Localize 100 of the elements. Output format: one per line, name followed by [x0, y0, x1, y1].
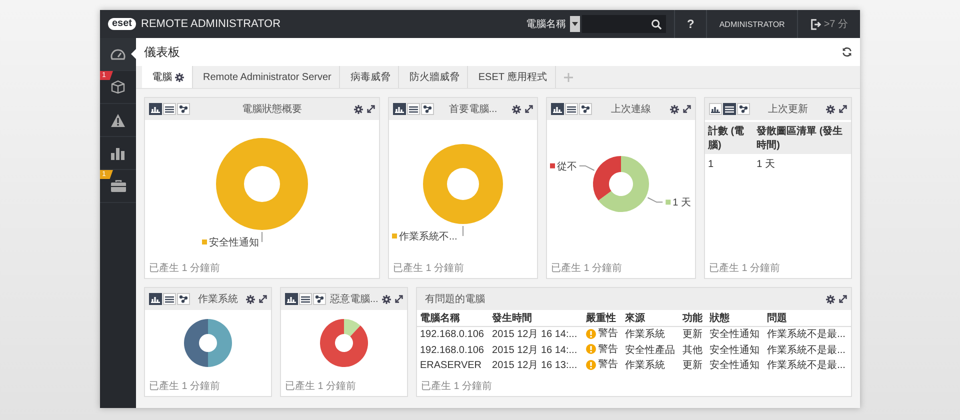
chart-view-button[interactable]: [393, 103, 406, 115]
settings-icon[interactable]: [826, 104, 835, 114]
map-view-button[interactable]: [177, 293, 190, 305]
chart-view-button[interactable]: [551, 103, 564, 115]
warning-icon: [586, 360, 596, 370]
settings-icon[interactable]: [354, 104, 363, 114]
map-view-button[interactable]: [579, 103, 592, 115]
search-field[interactable]: [582, 15, 648, 33]
settings-icon[interactable]: [246, 294, 255, 304]
settings-icon[interactable]: [670, 104, 679, 114]
table-cell: 1: [705, 154, 754, 174]
generated-time: 已產生 1 分鐘前: [392, 263, 466, 276]
leader-line: [647, 197, 664, 203]
gauge-icon: [110, 48, 126, 60]
table-cell-text: 安全性通知: [708, 344, 760, 358]
column-header: 狀態: [706, 310, 764, 326]
legend-label: 從不: [557, 161, 577, 172]
map-view-button[interactable]: [421, 103, 434, 115]
generated-time: 已產生 1 分鐘前: [420, 381, 494, 394]
tab[interactable]: ESET 應用程式: [468, 70, 548, 84]
generated-time: 已產生 1 分鐘前: [148, 381, 222, 394]
table-cell: 2015 12月 16 14:...: [489, 326, 583, 342]
generated-time: 已產生 1 分鐘前: [708, 263, 782, 276]
map-view-button[interactable]: [177, 103, 190, 115]
table-cell-text: 2015 12月 16 13:...: [491, 359, 578, 374]
expand-icon[interactable]: [395, 295, 404, 303]
sidebar-item[interactable]: [100, 38, 136, 71]
legend-swatch: [202, 240, 207, 244]
search-scope-dropdown[interactable]: [570, 16, 580, 32]
logout-icon: [810, 18, 821, 30]
cube-icon: [111, 80, 125, 94]
search-scope-label: 電腦名稱: [526, 18, 566, 31]
leader-line: [578, 165, 595, 171]
table-cell-text: 2015 12月 16 14:...: [491, 344, 578, 358]
table-cell: 更新: [680, 326, 706, 342]
severity-label: 警告: [598, 342, 618, 356]
warning-icon: [586, 328, 596, 338]
table-cell: 安全性通知: [706, 326, 764, 342]
widget-title: 有問題的電腦: [424, 293, 486, 306]
table-cell-text: 作業系統不是最...: [766, 358, 846, 374]
settings-icon[interactable]: [512, 104, 521, 114]
briefcase-icon: [110, 180, 126, 192]
legend-label: 作業系統不...: [399, 232, 458, 242]
table-cell: 作業系統不是最...: [764, 326, 851, 342]
chart-view-button[interactable]: [149, 293, 162, 305]
refresh-icon[interactable]: [842, 47, 852, 57]
map-view-button[interactable]: [737, 103, 750, 115]
expand-icon[interactable]: [367, 105, 375, 113]
column-header: 電腦名稱: [417, 310, 490, 326]
search-icon: [651, 18, 662, 30]
chart-view-button[interactable]: [285, 293, 298, 305]
table-cell-text: 192.168.0.106: [419, 344, 485, 358]
table-cell-text: 作業系統不是最...: [766, 344, 846, 358]
legend-label: 1 天: [672, 198, 691, 209]
generated-time: 已產生 1 分鐘前: [550, 263, 624, 276]
table-cell-text: 安全性通知: [708, 358, 760, 374]
bar-chart-icon: [111, 146, 125, 160]
column-header: 發生時間: [489, 310, 583, 326]
column-header: 嚴重性: [582, 310, 622, 326]
widget-title: 惡意電腦...: [330, 292, 378, 306]
generated-time: 已產生 1 分鐘前: [148, 263, 222, 276]
expand-icon[interactable]: [683, 105, 691, 113]
search-button[interactable]: [648, 15, 666, 33]
column-header: 發散圖區清單 (發生時間): [754, 122, 851, 154]
warning-icon: [586, 344, 596, 354]
table-cell: 作業系統: [622, 326, 680, 342]
table-cell: 1 天: [754, 154, 851, 174]
tab[interactable]: 病毒威脅: [340, 70, 390, 84]
table-cell-text: 作業系統: [624, 358, 666, 374]
legend-swatch: [392, 234, 397, 238]
expand-icon[interactable]: [525, 105, 533, 113]
caret-icon: [572, 22, 578, 26]
column-header: 功能: [680, 310, 706, 326]
severity-label: 警告: [598, 327, 618, 340]
chart-view-button[interactable]: [149, 103, 162, 115]
table-cell-text: ERASERVER: [419, 359, 483, 374]
legend-label: 安全性通知: [209, 238, 259, 248]
expand-icon[interactable]: [839, 105, 847, 113]
tab[interactable]: Remote Administrator Server: [193, 72, 332, 82]
column-header: 計數 (電腦): [705, 122, 754, 154]
severity-label: 警告: [598, 358, 618, 371]
list-view-button[interactable]: [723, 103, 736, 115]
settings-icon[interactable]: [826, 294, 835, 304]
generated-time: 已產生 1 分鐘前: [284, 381, 358, 394]
map-view-button[interactable]: [313, 293, 326, 305]
expand-icon[interactable]: [259, 295, 267, 303]
column-header: 來源: [622, 310, 680, 326]
widget-title: 電腦狀態概要: [241, 102, 303, 116]
widget-title: 上次更新: [767, 102, 809, 116]
logo: eset: [108, 18, 136, 30]
settings-icon[interactable]: [382, 294, 392, 304]
leader-line: [462, 226, 464, 236]
column-header: 問題: [764, 310, 851, 326]
settings-icon[interactable]: [175, 72, 184, 82]
tab[interactable]: 防火牆威脅: [399, 70, 460, 84]
product-name: REMOTE ADMINISTRATOR: [141, 18, 281, 30]
legend-swatch: [666, 200, 671, 205]
table-cell-text: 安全性產品: [624, 344, 676, 358]
expand-icon[interactable]: [839, 295, 847, 303]
page-title: 儀表板: [144, 44, 181, 60]
